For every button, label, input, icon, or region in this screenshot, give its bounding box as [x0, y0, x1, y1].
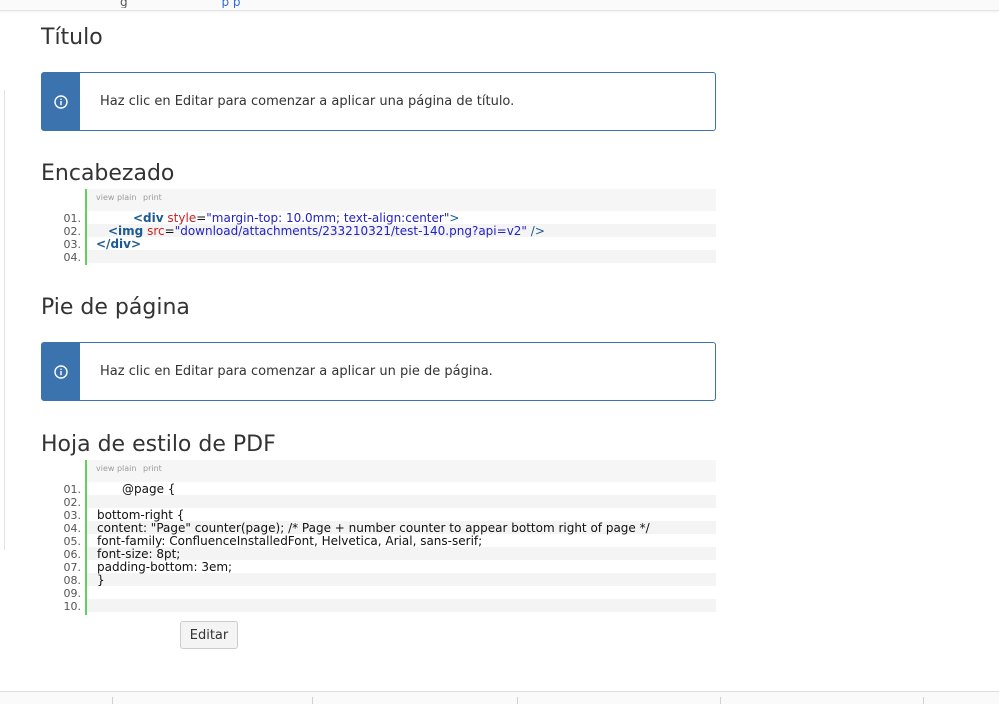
- info-panel-title: Haz clic en Editar para comenzar a aplic…: [41, 72, 716, 131]
- info-message: Haz clic en Editar para comenzar a aplic…: [100, 93, 515, 109]
- cut-off-breadcrumb: g p p: [120, 0, 241, 8]
- line-number: 07.: [63, 561, 82, 574]
- code-row: [87, 573, 716, 586]
- section-heading-footer: Pie de página: [41, 295, 190, 320]
- code-eq: =: [164, 224, 175, 238]
- section-heading-header: Encabezado: [41, 161, 175, 186]
- code-tag: </div>: [96, 237, 142, 251]
- code-row: [87, 482, 716, 495]
- line-number: 03.: [63, 238, 82, 251]
- code-tag: <img: [108, 224, 144, 238]
- section-heading-title: Título: [41, 25, 103, 50]
- code-row: [87, 547, 716, 560]
- line-number: 09.: [63, 587, 82, 600]
- line-number: 08.: [63, 574, 82, 587]
- print-link[interactable]: print: [143, 464, 162, 473]
- code-row: [87, 250, 716, 263]
- line-number: 04.: [63, 251, 82, 264]
- line-number: 01.: [63, 483, 82, 496]
- view-plain-link[interactable]: view plain: [96, 464, 136, 473]
- info-icon: [54, 364, 68, 379]
- line-number: 02.: [63, 496, 82, 509]
- code-tag-close: >: [449, 211, 460, 225]
- line-number: 02.: [63, 225, 82, 238]
- section-heading-pdf-stylesheet: Hoja de estilo de PDF: [41, 432, 276, 457]
- code-row: [87, 599, 716, 612]
- code-block-pdf-stylesheet: view plain print 01. 02. 03. 04. 05. 06.…: [41, 460, 716, 615]
- code-line: }: [97, 573, 105, 587]
- line-number: 10.: [63, 600, 82, 613]
- breadcrumb-text: g: [120, 0, 128, 8]
- code-attr: style: [167, 211, 197, 225]
- code-line: <img src="download/attachments/233210321…: [108, 225, 545, 238]
- code-string: "margin-top: 10.0mm; text-align:center": [206, 211, 450, 225]
- code-row: [87, 237, 716, 250]
- code-line: @page {: [122, 482, 176, 496]
- code-tag: <div: [133, 211, 164, 225]
- line-number: 03.: [63, 509, 82, 522]
- info-message: Haz clic en Editar para comenzar a aplic…: [100, 363, 493, 379]
- edit-button[interactable]: Editar: [180, 621, 238, 649]
- info-strip: [42, 73, 80, 130]
- code-eq: =: [196, 211, 207, 225]
- left-divider: [4, 90, 5, 550]
- print-link[interactable]: print: [143, 193, 162, 202]
- line-number: 04.: [63, 522, 82, 535]
- code-row: [87, 586, 716, 599]
- code-string: "download/attachments/233210321/test-140…: [174, 224, 527, 238]
- line-number: 05.: [63, 535, 82, 548]
- code-tag-close: />: [530, 224, 545, 238]
- bottom-status-bar: [0, 691, 999, 704]
- code-line: padding-bottom: 3em;: [97, 560, 233, 574]
- code-block-header: view plain print 01. 02. 03. 04. <div st…: [41, 189, 716, 265]
- code-line: </div>: [96, 238, 141, 251]
- breadcrumb-link[interactable]: p p: [221, 0, 240, 8]
- view-plain-link[interactable]: view plain: [96, 193, 136, 202]
- code-row: [87, 495, 716, 508]
- code-toolbar: view plain print: [85, 189, 716, 211]
- info-strip: [42, 343, 80, 400]
- info-panel-footer: Haz clic en Editar para comenzar a aplic…: [41, 342, 716, 401]
- code-attr: src: [147, 224, 165, 238]
- line-number: 01.: [63, 212, 82, 225]
- info-icon: [54, 94, 68, 109]
- line-number: 06.: [63, 548, 82, 561]
- code-toolbar: view plain print: [85, 460, 716, 482]
